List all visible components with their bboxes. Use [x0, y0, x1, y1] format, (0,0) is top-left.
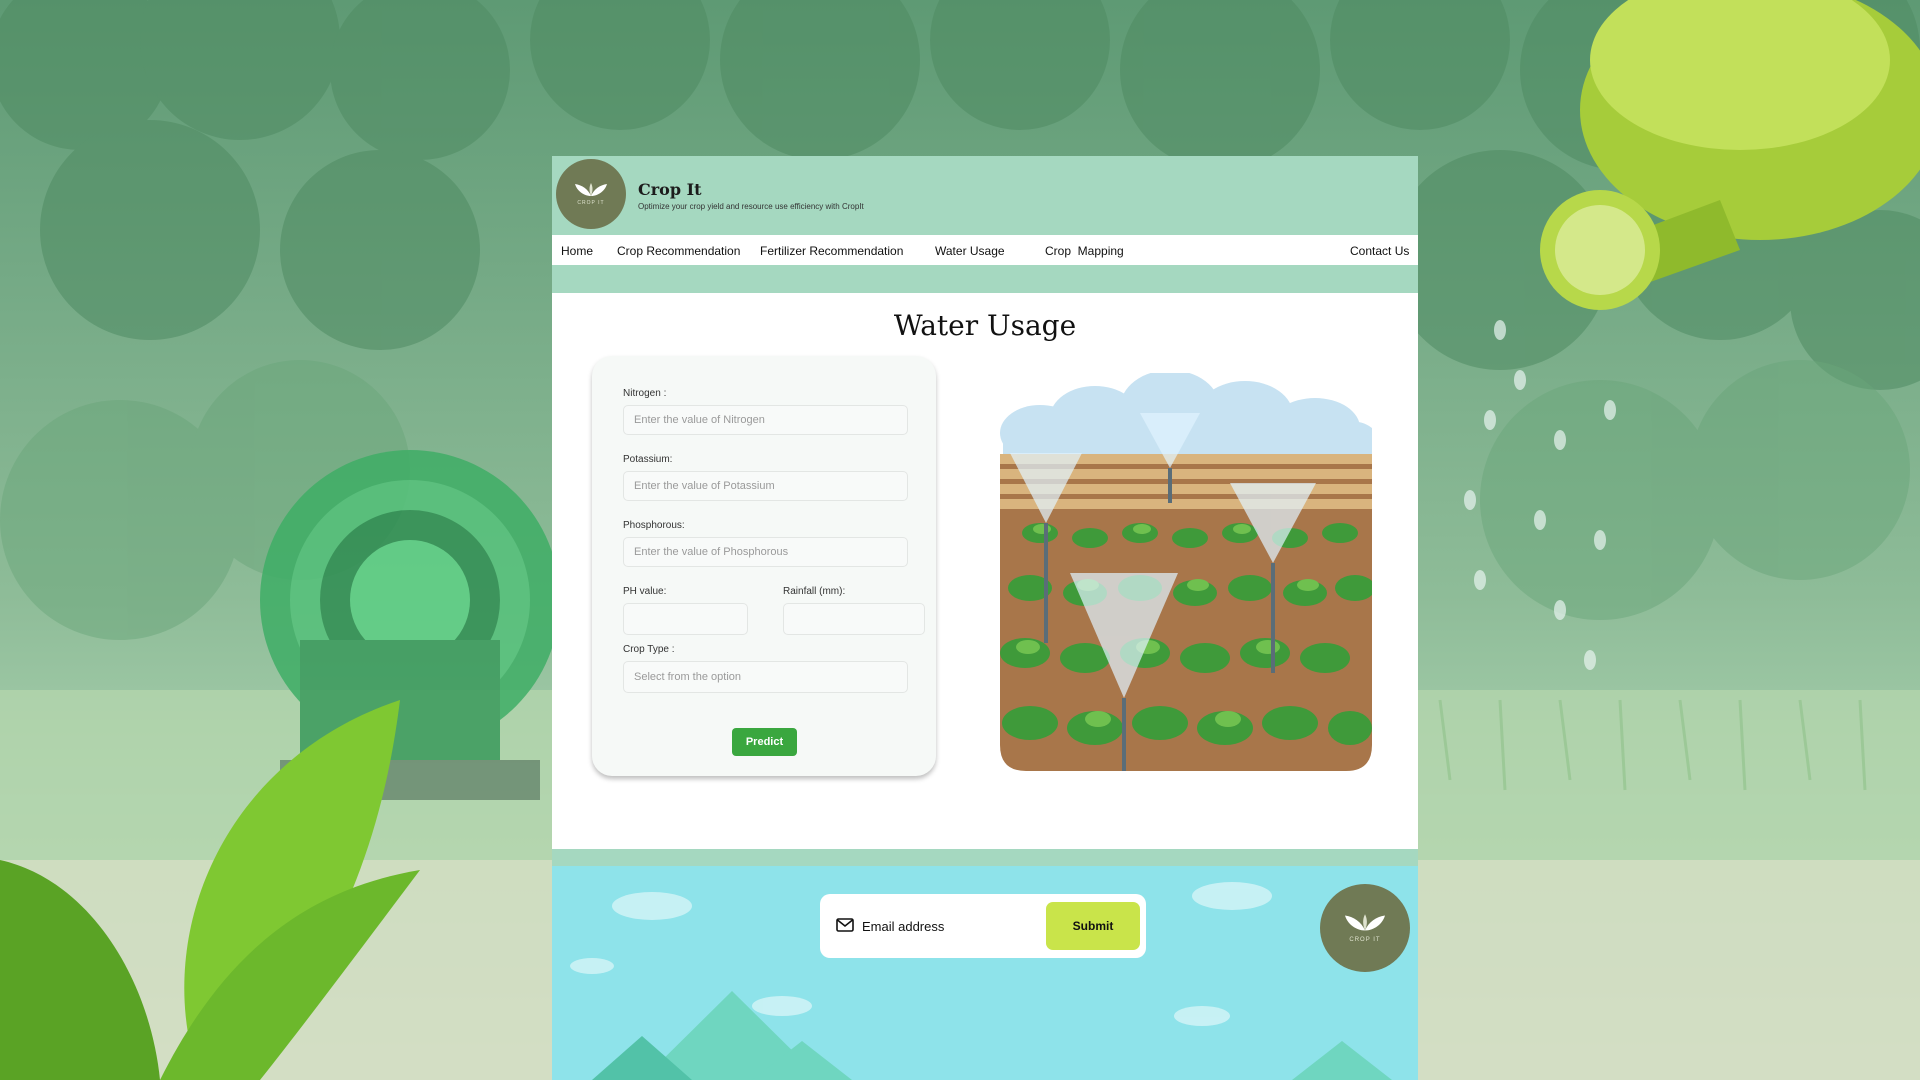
phosphorous-input[interactable]: Enter the value of Phosphorous	[623, 537, 908, 567]
header-band	[552, 265, 1418, 293]
mail-icon	[836, 918, 854, 932]
nav-crop-mapping[interactable]: Crop Mapping	[1045, 244, 1124, 258]
irrigation-illustration	[1000, 373, 1372, 771]
rainfall-input[interactable]	[783, 603, 925, 635]
ph-input[interactable]	[623, 603, 748, 635]
crop-type-label: Crop Type :	[623, 644, 675, 655]
nav-contact-us[interactable]: Contact Us	[1350, 244, 1409, 258]
main-content: Water Usage Nitrogen : Enter the value o…	[552, 293, 1418, 849]
nitrogen-input[interactable]: Enter the value of Nitrogen	[623, 405, 908, 435]
nav-fertilizer-recommendation[interactable]: Fertilizer Recommendation	[760, 244, 903, 258]
footer-band	[552, 849, 1418, 866]
water-usage-form: Nitrogen : Enter the value of Nitrogen P…	[592, 356, 936, 776]
nav-water-usage[interactable]: Water Usage	[935, 244, 1005, 258]
submit-button[interactable]: Submit	[1046, 902, 1140, 950]
brand-title: Crop It	[638, 180, 702, 199]
main-nav: Home Crop Recommendation Fertilizer Reco…	[552, 235, 1418, 265]
brand-logo[interactable]: CROP IT	[556, 159, 626, 229]
leaf-logo-icon	[575, 183, 607, 196]
app-page: CROP IT Crop It Optimize your crop yield…	[552, 156, 1418, 1080]
email-input[interactable]: Email address	[862, 919, 944, 934]
nitrogen-label: Nitrogen :	[623, 388, 667, 399]
potassium-label: Potassium:	[623, 454, 673, 465]
newsletter-form: Email address Submit	[820, 894, 1146, 958]
ph-label: PH value:	[623, 586, 667, 597]
site-header: CROP IT Crop It Optimize your crop yield…	[552, 156, 1418, 235]
potassium-input[interactable]: Enter the value of Potassium	[623, 471, 908, 501]
page-title: Water Usage	[893, 309, 1077, 342]
rainfall-label: Rainfall (mm):	[783, 586, 846, 597]
leaf-logo-icon	[1345, 914, 1385, 931]
site-footer: Email address Submit CROP IT	[552, 866, 1418, 1080]
crop-type-select[interactable]: Select from the option	[623, 661, 908, 693]
nav-crop-recommendation[interactable]: Crop Recommendation	[617, 244, 740, 258]
phosphorous-label: Phosphorous:	[623, 520, 685, 531]
footer-logo[interactable]: CROP IT	[1320, 884, 1410, 972]
predict-button[interactable]: Predict	[732, 728, 797, 756]
footer-logo-text: CROP IT	[1349, 937, 1381, 943]
logo-text: CROP IT	[577, 200, 605, 206]
brand-tagline: Optimize your crop yield and resource us…	[638, 202, 864, 211]
nav-home[interactable]: Home	[561, 244, 593, 258]
